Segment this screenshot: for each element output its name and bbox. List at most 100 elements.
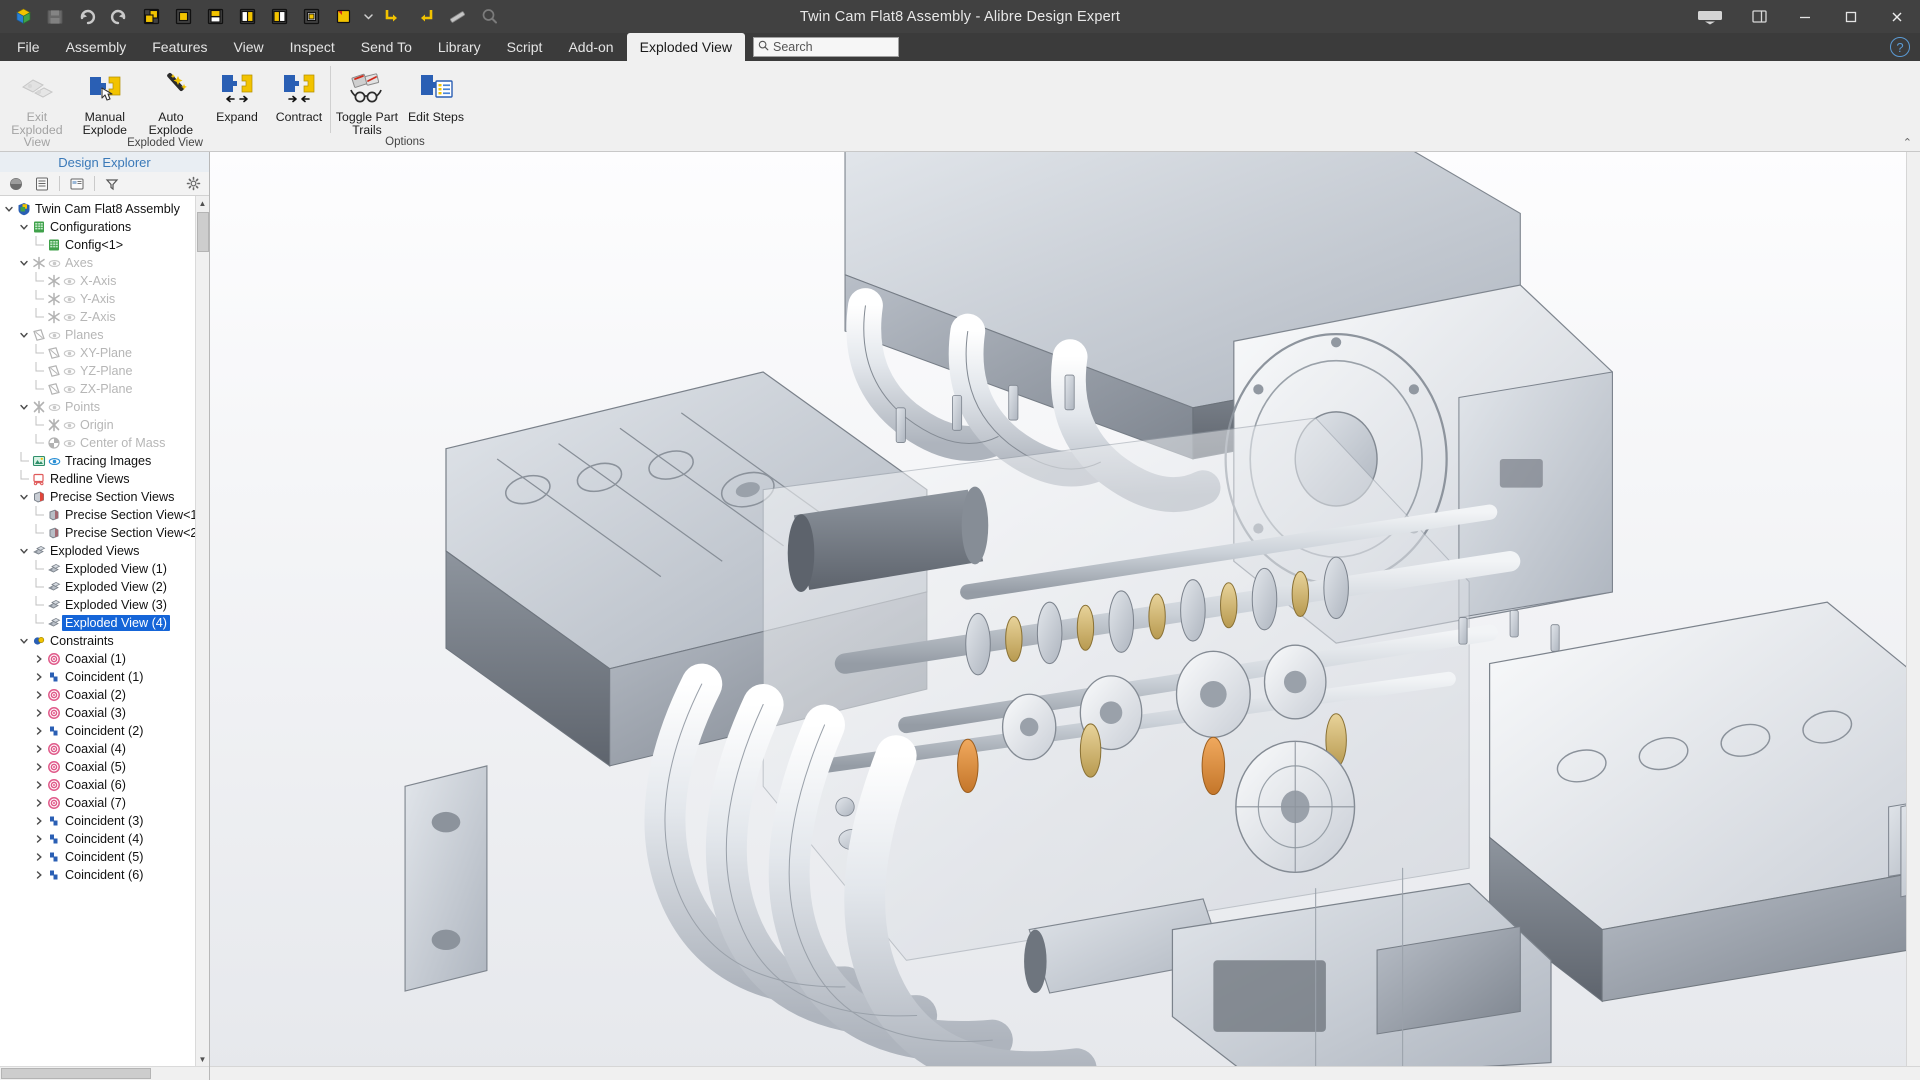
tree-item-exploded-view-4[interactable]: Exploded View (4) [2,614,209,632]
tree-item-z-axis[interactable]: Z-Axis [2,308,209,326]
gear-icon[interactable] [181,174,205,194]
front-view-icon[interactable] [168,3,198,31]
tree-item-coincident-6[interactable]: Coincident (6) [2,866,209,884]
maximize-button[interactable] [1828,0,1874,33]
exit-exploded-view-button[interactable]: Exit Exploded View [0,65,74,149]
chevron-down-icon[interactable] [17,222,30,232]
close-button[interactable] [1874,0,1920,33]
visibility-eye-icon[interactable] [62,293,77,306]
visibility-eye-icon[interactable] [62,365,77,378]
chevron-right-icon[interactable] [32,708,45,718]
menu-item-add-on[interactable]: Add-on [555,33,626,61]
chevron-right-icon[interactable] [32,654,45,664]
tree-item-configurations[interactable]: Configurations [2,218,209,236]
tree-item-coincident-2[interactable]: Coincident (2) [2,722,209,740]
tree-item-config-1[interactable]: Config<1> [2,236,209,254]
redo-icon[interactable] [104,3,134,31]
tree-item-precise-section-views[interactable]: Precise Section Views [2,488,209,506]
visibility-eye-icon[interactable] [47,401,62,414]
filter-tree-icon[interactable] [100,174,124,194]
visibility-eye-icon[interactable] [62,275,77,288]
visibility-eye-icon[interactable] [62,437,77,450]
expand-button[interactable]: Expand [206,65,268,124]
menu-item-features[interactable]: Features [139,33,220,61]
measure-icon[interactable] [442,3,472,31]
export-icon[interactable] [410,3,440,31]
menu-item-inspect[interactable]: Inspect [277,33,348,61]
scroll-up-arrow[interactable]: ▲ [196,196,209,210]
visibility-eye-icon[interactable] [62,347,77,360]
menu-item-view[interactable]: View [221,33,277,61]
design-explorer-tree[interactable]: Twin Cam Flat8 Assembly Configurations C… [0,196,209,1066]
undo-icon[interactable] [72,3,102,31]
menu-item-send-to[interactable]: Send To [348,33,425,61]
visibility-eye-icon[interactable] [47,257,62,270]
top-view-icon[interactable] [200,3,230,31]
tree-item-coincident-3[interactable]: Coincident (3) [2,812,209,830]
tree-scroll-thumb[interactable] [197,212,209,252]
tree-item-coaxial-2[interactable]: Coaxial (2) [2,686,209,704]
menu-item-exploded-view[interactable]: Exploded View [626,33,745,61]
tree-vertical-scrollbar[interactable]: ▲ ▼ [195,196,209,1066]
named-view-icon[interactable] [328,3,358,31]
edit-steps-button[interactable]: Edit Steps [403,65,469,124]
tree-item-coaxial-4[interactable]: Coaxial (4) [2,740,209,758]
tree-item-coincident-4[interactable]: Coincident (4) [2,830,209,848]
viewport-vertical-scrollbar[interactable] [1906,152,1920,1066]
tree-item-y-axis[interactable]: Y-Axis [2,290,209,308]
help-button[interactable]: ? [1890,37,1910,57]
tree-item-coaxial-7[interactable]: Coaxial (7) [2,794,209,812]
tree-item-coaxial-1[interactable]: Coaxial (1) [2,650,209,668]
list-view-tab-icon[interactable] [30,174,54,194]
tree-item-coaxial-3[interactable]: Coaxial (3) [2,704,209,722]
chevron-down-icon[interactable] [17,492,30,502]
visibility-eye-icon[interactable] [62,419,77,432]
zoom-icon[interactable] [474,3,504,31]
tree-item-coaxial-5[interactable]: Coaxial (5) [2,758,209,776]
chevron-down-icon[interactable] [17,330,30,340]
tree-item-xy-plane[interactable]: XY-Plane [2,344,209,362]
chevron-right-icon[interactable] [32,870,45,880]
tree-item-precise-section-view-2[interactable]: Precise Section View<2> [2,524,209,542]
tree-item-coaxial-6[interactable]: Coaxial (6) [2,776,209,794]
home-cube-icon[interactable] [8,3,38,31]
scroll-down-arrow[interactable]: ▼ [196,1052,209,1066]
tree-item-yz-plane[interactable]: YZ-Plane [2,362,209,380]
3d-model-viewport[interactable] [210,152,1920,1080]
chevron-down-icon[interactable] [17,402,30,412]
chevron-right-icon[interactable] [32,852,45,862]
tree-item-x-axis[interactable]: X-Axis [2,272,209,290]
tree-item-center-of-mass[interactable]: Center of Mass [2,434,209,452]
save-icon[interactable] [40,3,70,31]
tree-item-exploded-view-3[interactable]: Exploded View (3) [2,596,209,614]
tree-item-axes[interactable]: Axes [2,254,209,272]
menu-item-library[interactable]: Library [425,33,494,61]
chevron-right-icon[interactable] [32,816,45,826]
contract-button[interactable]: Contract [268,65,330,124]
ribbon-collapse-button[interactable]: ⌃ [1903,136,1912,149]
tree-item-points[interactable]: Points [2,398,209,416]
tree-item-exploded-views[interactable]: Exploded Views [2,542,209,560]
chevron-right-icon[interactable] [32,672,45,682]
menu-item-assembly[interactable]: Assembly [53,33,140,61]
visibility-eye-icon[interactable] [47,455,62,468]
chevron-down-icon[interactable] [17,258,30,268]
chevron-right-icon[interactable] [32,780,45,790]
chevron-down-icon[interactable] [17,636,30,646]
keyboard-layout-indicator[interactable] [1684,9,1736,25]
tree-item-planes[interactable]: Planes [2,326,209,344]
chevron-down-icon[interactable] [17,546,30,556]
restore-layout-button[interactable] [1736,0,1782,33]
visibility-eye-icon[interactable] [62,383,77,396]
tree-item-exploded-view-1[interactable]: Exploded View (1) [2,560,209,578]
manual-explode-button[interactable]: Manual Explode [74,65,136,136]
viewport-horizontal-scrollbar[interactable] [210,1066,1920,1080]
tree-hscroll-thumb[interactable] [1,1068,151,1079]
right-view-icon[interactable] [232,3,262,31]
chevron-right-icon[interactable] [32,726,45,736]
search-input[interactable]: Search [752,37,899,57]
tree-item-zx-plane[interactable]: ZX-Plane [2,380,209,398]
chevron-right-icon[interactable] [32,798,45,808]
tree-item-twin-cam-flat8-assembly[interactable]: Twin Cam Flat8 Assembly [2,200,209,218]
chevron-right-icon[interactable] [32,834,45,844]
